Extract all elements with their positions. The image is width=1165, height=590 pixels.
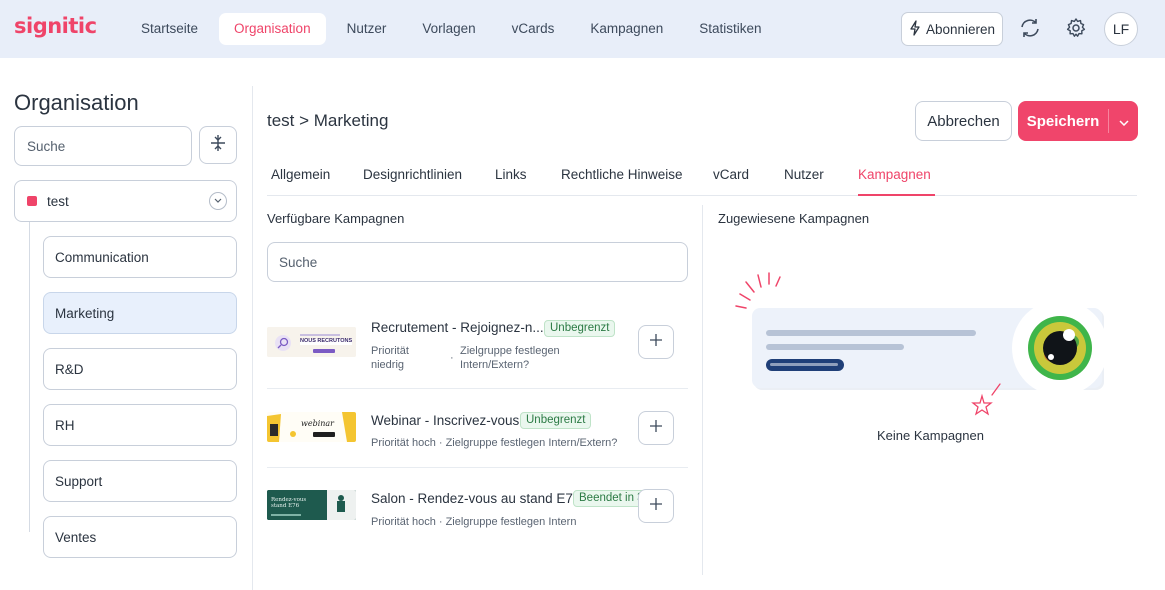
- save-dropdown-button[interactable]: [1109, 101, 1138, 141]
- tab-vcard[interactable]: vCard: [713, 158, 749, 196]
- top-navbar: signitic Startseite Organisation Nutzer …: [0, 0, 1165, 58]
- campaign-thumbnail: Rendez-vous stand E76: [267, 490, 356, 520]
- thumbnail-text: webinar: [301, 419, 335, 428]
- org-child-rd[interactable]: R&D: [43, 348, 237, 390]
- plus-icon: [649, 497, 663, 516]
- subscribe-button[interactable]: Abonnieren: [901, 12, 1003, 46]
- sidebar-search-input[interactable]: Suche: [14, 126, 192, 166]
- org-child-marketing[interactable]: Marketing: [43, 292, 237, 334]
- tab-kampagnen[interactable]: Kampagnen: [858, 158, 935, 196]
- column-divider: [702, 205, 703, 575]
- campaign-item: webinar Webinar - Inscrivez-vous Unbegre…: [267, 397, 688, 463]
- campaign-priority-value: niedrig: [371, 359, 405, 371]
- plus-icon: [649, 419, 663, 438]
- main-nav: Startseite Organisation Nutzer Vorlagen …: [126, 13, 783, 45]
- save-button-group: Speichern: [1018, 101, 1138, 141]
- nav-item-organisation[interactable]: Organisation: [219, 13, 326, 45]
- breadcrumb: test > Marketing: [267, 111, 389, 130]
- sidebar-divider: [252, 86, 253, 590]
- add-campaign-button[interactable]: [638, 411, 674, 445]
- meta-separator: ·: [450, 352, 454, 364]
- campaign-name: Salon - Rendez-vous au stand E76: [371, 491, 581, 506]
- org-child-communication[interactable]: Communication: [43, 236, 237, 278]
- thumbnail-text: NOUS RECRUTONS: [300, 338, 353, 344]
- tree-connector-line: [29, 222, 30, 532]
- assigned-campaigns-title: Zugewiesene Kampagnen: [718, 211, 870, 226]
- org-color-dot: [27, 196, 37, 206]
- nav-item-startseite[interactable]: Startseite: [126, 13, 213, 45]
- save-button[interactable]: Speichern: [1018, 101, 1108, 141]
- status-badge: Unbegrenzt: [520, 412, 592, 429]
- plus-icon: [649, 333, 663, 352]
- campaign-search-input[interactable]: Suche: [267, 242, 688, 282]
- subscribe-label: Abonnieren: [925, 21, 996, 37]
- tab-rechtliche-hinweise[interactable]: Rechtliche Hinweise: [561, 158, 683, 196]
- nav-item-vcards[interactable]: vCards: [497, 13, 570, 45]
- campaign-name: Webinar - Inscrivez-vous: [371, 413, 520, 428]
- campaign-thumbnail: webinar: [267, 412, 356, 442]
- campaign-audience-value: Intern/Extern?: [460, 359, 530, 371]
- lightning-icon: [909, 19, 921, 39]
- thumbnail-text: Rendez-vous stand E76: [271, 497, 307, 509]
- chevron-down-icon: [1118, 113, 1129, 130]
- campaign-name: Recrutement - Rejoignez-n...: [371, 320, 544, 335]
- available-campaigns-title: Verfügbare Kampagnen: [267, 211, 405, 226]
- tab-designrichtlinien[interactable]: Designrichtlinien: [363, 158, 462, 196]
- add-campaign-button[interactable]: [638, 489, 674, 523]
- user-avatar[interactable]: LF: [1104, 12, 1138, 46]
- collapse-icon: [209, 134, 227, 157]
- campaign-meta: Priorität hoch · Zielgruppe festlegen In…: [371, 516, 577, 528]
- collapse-tree-button[interactable]: [199, 126, 237, 164]
- cancel-button[interactable]: Abbrechen: [915, 101, 1012, 141]
- campaign-item: NOUS RECRUTONS Recrutement - Rejoignez-n…: [267, 310, 688, 380]
- add-campaign-button[interactable]: [638, 325, 674, 359]
- org-child-rh[interactable]: RH: [43, 404, 237, 446]
- campaign-audience: Zielgruppe festlegen: [460, 345, 560, 357]
- tab-nutzer[interactable]: Nutzer: [784, 158, 824, 196]
- sidebar-title: Organisation: [14, 90, 139, 115]
- campaign-divider: [267, 388, 688, 389]
- campaign-thumbnail: NOUS RECRUTONS: [267, 327, 356, 357]
- nav-item-vorlagen[interactable]: Vorlagen: [407, 13, 490, 45]
- nav-item-kampagnen[interactable]: Kampagnen: [575, 13, 678, 45]
- empty-state-illustration: [730, 268, 1130, 418]
- campaign-meta: Priorität hoch · Zielgruppe festlegen In…: [371, 437, 618, 449]
- org-child-ventes[interactable]: Ventes: [43, 516, 237, 558]
- nav-item-nutzer[interactable]: Nutzer: [332, 13, 402, 45]
- status-badge: Unbegrenzt: [544, 320, 616, 337]
- campaign-priority: Priorität: [371, 345, 409, 357]
- org-tabs: Allgemein Designrichtlinien Links Rechtl…: [267, 158, 1137, 196]
- empty-state-text: Keine Kampagnen: [877, 428, 984, 443]
- tab-allgemein[interactable]: Allgemein: [271, 158, 330, 196]
- signitic-logo[interactable]: signitic: [14, 14, 97, 38]
- tab-links[interactable]: Links: [495, 158, 527, 196]
- campaign-divider: [267, 467, 688, 468]
- nav-item-statistiken[interactable]: Statistiken: [684, 13, 776, 45]
- org-child-support[interactable]: Support: [43, 460, 237, 502]
- chevron-down-icon[interactable]: [209, 192, 227, 210]
- org-root-label: test: [47, 193, 69, 209]
- campaign-item: Rendez-vous stand E76 Salon - Rendez-vou…: [267, 476, 688, 542]
- sync-icon[interactable]: [1016, 14, 1044, 42]
- gear-icon[interactable]: [1062, 14, 1090, 42]
- org-tree-root[interactable]: test: [14, 180, 237, 222]
